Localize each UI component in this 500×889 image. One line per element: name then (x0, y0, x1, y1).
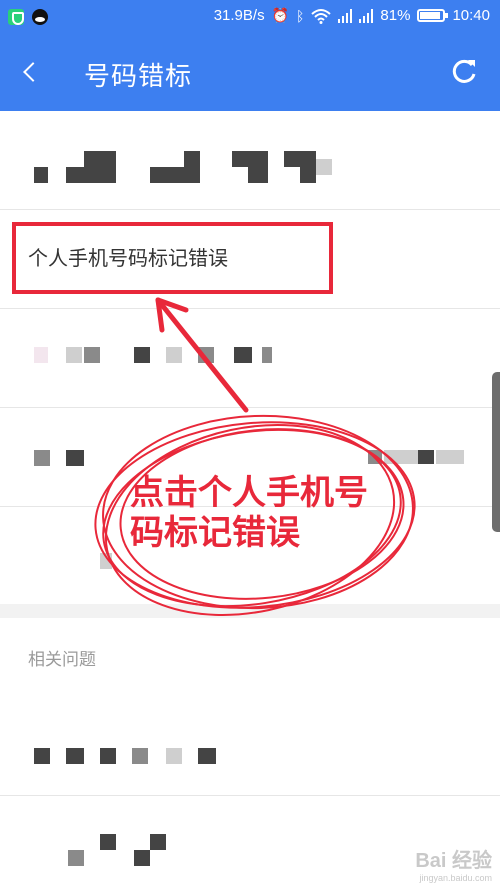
refresh-button[interactable] (448, 56, 480, 88)
blurred-text (384, 450, 418, 464)
blurred-text (34, 167, 48, 183)
blurred-text (284, 151, 316, 167)
blurred-text (66, 347, 82, 363)
wifi-icon (311, 8, 332, 24)
blurred-text (198, 748, 216, 764)
section-divider (0, 604, 500, 618)
page-title: 号码错标 (84, 62, 193, 92)
blurred-text (436, 450, 464, 464)
blurred-text (134, 347, 150, 363)
blurred-text (300, 167, 316, 183)
battery-percent: 81% (380, 7, 411, 24)
blurred-text (100, 834, 116, 850)
blurred-text (34, 748, 50, 764)
app-header: 号码错标 (0, 34, 500, 111)
blurred-text (166, 748, 182, 764)
blurred-text (100, 553, 112, 569)
shield-icon (8, 9, 24, 25)
blurred-text (34, 347, 48, 363)
related-questions-header: 相关问题 (28, 650, 96, 670)
blurred-text (66, 748, 84, 764)
blurred-text (68, 850, 84, 866)
back-button[interactable] (12, 54, 48, 90)
annotation-highlight-box (12, 222, 333, 294)
bluetooth-icon: ᛒ (296, 7, 305, 24)
blurred-text (84, 151, 116, 183)
blurred-text (132, 748, 148, 764)
scrollbar-handle[interactable] (492, 372, 500, 532)
blurred-text (166, 347, 182, 363)
blurred-text (34, 450, 50, 466)
chevron-left-icon (23, 62, 43, 82)
qq-icon (32, 9, 48, 25)
refresh-icon (452, 59, 476, 83)
alarm-icon: ⏰ (271, 7, 290, 23)
annotation-text: 点击个人手机号码标记错误 (130, 473, 368, 553)
blurred-text (184, 151, 200, 183)
status-bar: 31.9B/s ⏰ ᛒ 81% 10:40 (0, 0, 500, 34)
blurred-text (150, 834, 166, 850)
blurred-text (100, 748, 116, 764)
list-item[interactable] (0, 309, 500, 408)
blurred-text (66, 450, 84, 466)
blurred-text (248, 167, 268, 183)
related-question-item[interactable] (0, 700, 500, 796)
blurred-text (316, 159, 332, 175)
list-item[interactable] (0, 111, 500, 210)
blurred-text (150, 167, 184, 183)
blurred-text (66, 167, 84, 183)
blurred-text (232, 151, 268, 167)
blurred-text (368, 450, 382, 464)
blurred-text (262, 347, 272, 363)
blurred-text (134, 850, 150, 866)
signal-icon (338, 8, 353, 23)
blurred-text (234, 347, 252, 363)
watermark-logo: Bai 经验 (415, 850, 492, 872)
blurred-text (418, 450, 434, 464)
blurred-text (198, 347, 214, 363)
signal-icon (359, 8, 374, 23)
watermark: Bai 经验 jingyan.baidu.com (415, 844, 492, 883)
battery-icon (417, 9, 449, 22)
watermark-url: jingyan.baidu.com (419, 873, 492, 883)
network-speed: 31.9B/s (213, 7, 265, 24)
blurred-text (84, 347, 100, 363)
clock: 10:40 (452, 7, 490, 24)
